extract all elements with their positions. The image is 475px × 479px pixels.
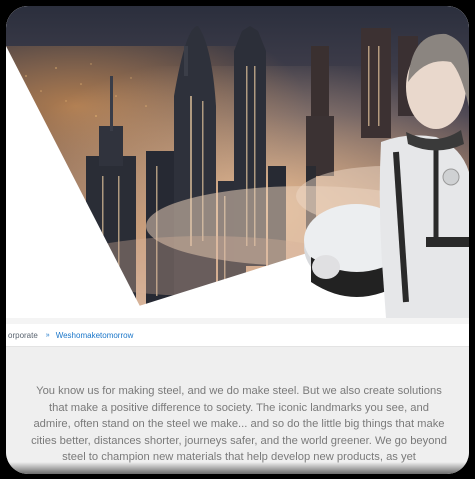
intro-paragraph: You know us for making steel, and we do … xyxy=(31,385,447,464)
page-frame: orporate » Weshomaketomorrow You know us… xyxy=(6,6,469,474)
breadcrumb: orporate » Weshomaketomorrow xyxy=(6,324,469,346)
breadcrumb-separator: » xyxy=(45,331,50,339)
breadcrumb-link-corporate[interactable]: orporate xyxy=(8,331,38,340)
intro-section: You know us for making steel, and we do … xyxy=(6,347,469,474)
child-astronaut-image xyxy=(304,33,469,318)
breadcrumb-current[interactable]: Weshomaketomorrow xyxy=(56,331,134,340)
hero-banner xyxy=(6,6,469,318)
bottom-shadow xyxy=(6,462,469,474)
